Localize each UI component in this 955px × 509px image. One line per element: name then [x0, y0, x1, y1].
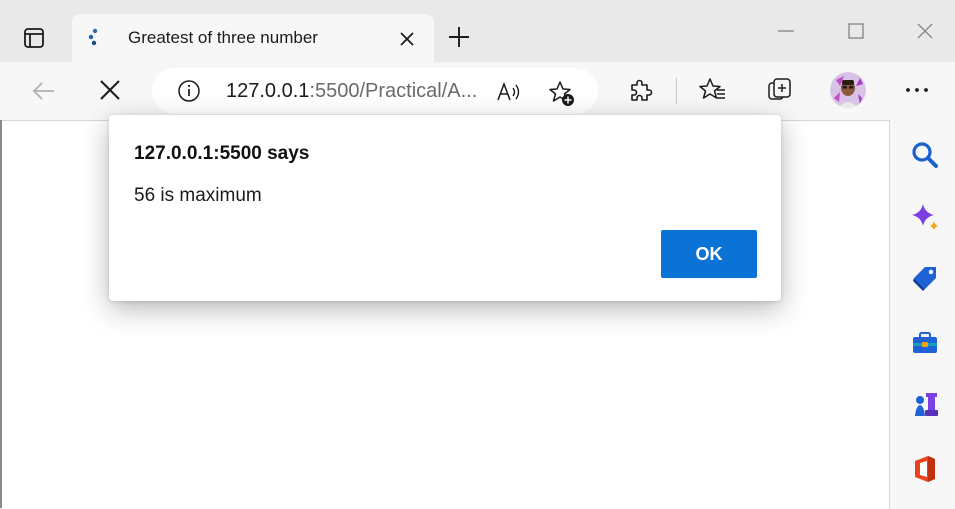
loading-favicon-icon — [86, 26, 102, 50]
copilot-sparkle-icon[interactable] — [910, 202, 940, 232]
favorites-icon[interactable] — [699, 76, 727, 104]
stop-loading-icon[interactable] — [98, 78, 122, 102]
edge-sidebar — [890, 120, 955, 508]
alert-dialog: 127.0.0.1:5500 says 56 is maximum OK — [109, 115, 781, 301]
more-menu-icon[interactable] — [903, 76, 931, 104]
url-host: 127.0.0.1 — [226, 80, 310, 102]
tab-close-icon[interactable] — [398, 30, 416, 48]
window-close-icon[interactable] — [912, 18, 938, 44]
tab-actions-icon[interactable] — [22, 26, 46, 50]
minimize-icon[interactable] — [773, 18, 799, 44]
maximize-icon[interactable] — [843, 18, 869, 44]
ok-button[interactable]: OK — [661, 230, 757, 278]
toolbar-divider — [676, 78, 677, 104]
search-icon[interactable] — [910, 140, 940, 170]
tools-briefcase-icon[interactable] — [910, 328, 940, 358]
url-path: :5500/Practical/A... — [309, 80, 478, 102]
read-aloud-icon[interactable] — [496, 80, 524, 104]
back-icon[interactable] — [30, 77, 58, 105]
navigation-toolbar: 127.0.0.1:5500/Practical/A... — [0, 62, 955, 120]
address-bar[interactable]: 127.0.0.1:5500/Practical/A... — [152, 68, 598, 114]
shopping-tag-icon[interactable] — [910, 264, 940, 294]
extensions-icon[interactable] — [627, 76, 655, 104]
profile-avatar[interactable] — [830, 72, 866, 108]
site-info-icon[interactable] — [177, 79, 201, 103]
url-text: 127.0.0.1:5500/Practical/A... — [226, 80, 477, 103]
tab-active[interactable]: Greatest of three number — [72, 14, 434, 62]
tab-title: Greatest of three number — [128, 28, 318, 47]
tab-strip: Greatest of three number — [0, 0, 955, 62]
collections-icon[interactable] — [766, 76, 794, 104]
games-chess-icon[interactable] — [910, 390, 940, 420]
dialog-title: 127.0.0.1:5500 says — [134, 143, 310, 164]
office-icon[interactable] — [910, 454, 940, 484]
new-tab-icon[interactable] — [446, 24, 472, 50]
add-favorite-icon[interactable] — [548, 80, 576, 108]
dialog-message: 56 is maximum — [134, 185, 262, 206]
